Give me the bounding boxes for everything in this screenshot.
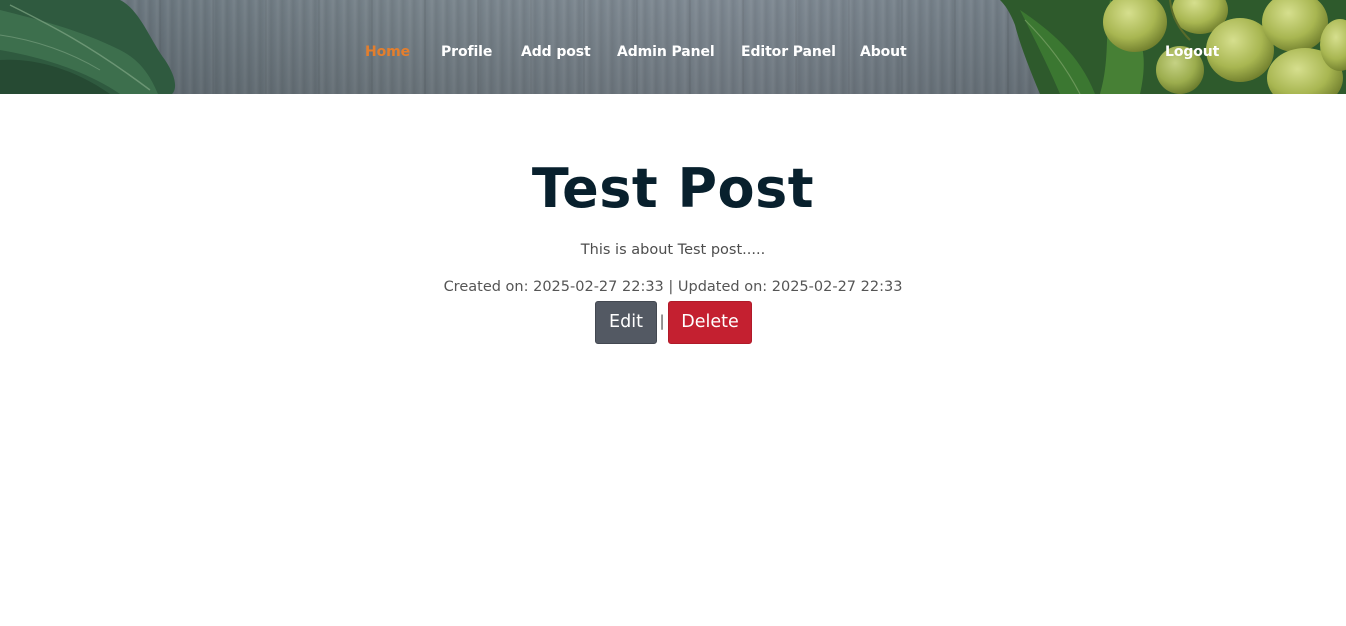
delete-button[interactable]: Delete [668, 301, 752, 344]
nav-profile-link[interactable]: Profile [441, 43, 492, 61]
nav-admin-panel-link[interactable]: Admin Panel [617, 43, 715, 61]
nav-about-link[interactable]: About [860, 43, 907, 61]
post-meta: Created on: 2025-02-27 22:33 | Updated o… [443, 279, 903, 295]
site-header: Home Profile Add post Admin Panel Editor… [0, 0, 1346, 94]
nav-home-link[interactable]: Home [365, 43, 410, 61]
post-detail: Test Post This is about Test post..... C… [0, 94, 1346, 626]
main-nav: Home Profile Add post Admin Panel Editor… [0, 0, 1346, 94]
action-separator: | [659, 312, 665, 330]
edit-button[interactable]: Edit [595, 301, 657, 344]
nav-editor-panel-link[interactable]: Editor Panel [741, 43, 836, 61]
post-title: Test Post [531, 157, 815, 220]
post-body: This is about Test post..... [580, 242, 766, 258]
nav-logout-link[interactable]: Logout [1165, 43, 1219, 61]
post-actions: Edit | Delete [0, 301, 1346, 344]
nav-add-post-link[interactable]: Add post [521, 43, 591, 61]
